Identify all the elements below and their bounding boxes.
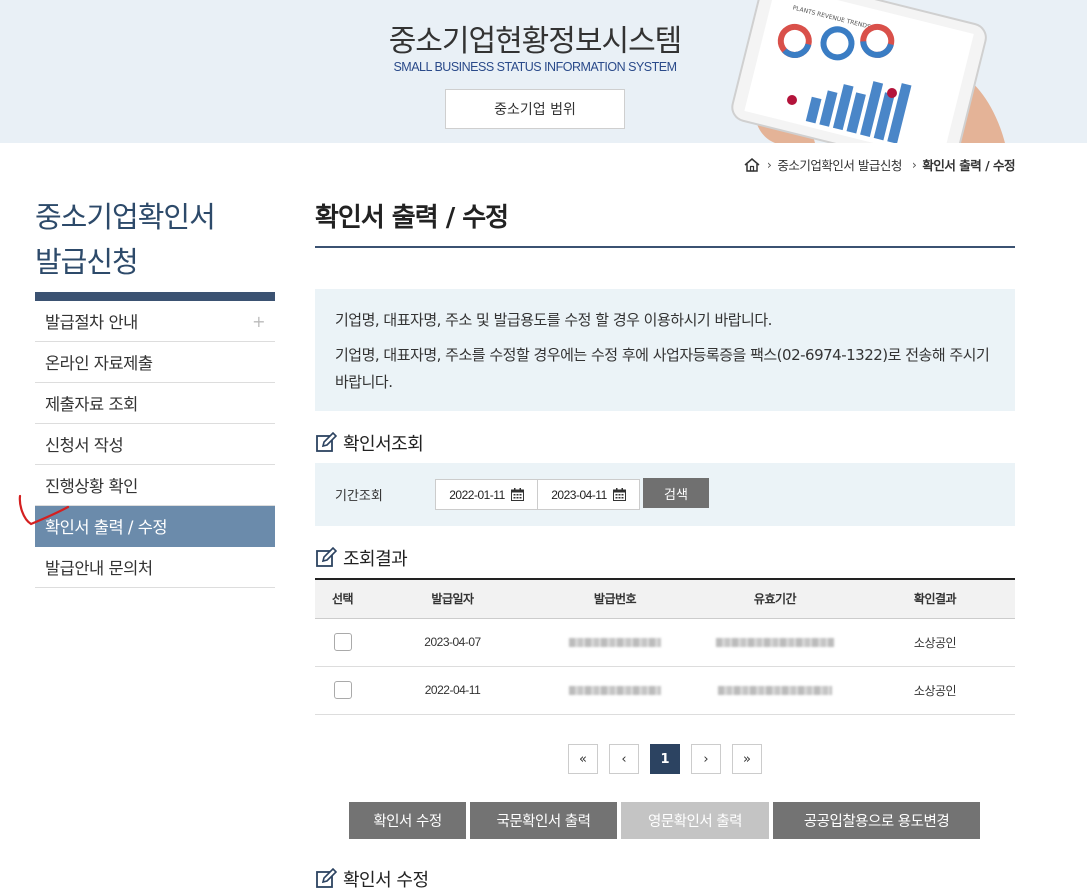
- period-label: 기간조회: [335, 489, 383, 504]
- redacted-issue-number: [569, 686, 661, 696]
- sidebar-item-contact[interactable]: 발급안내 문의처: [35, 547, 275, 588]
- column-header: 발급일자: [370, 578, 535, 619]
- section-label: 확인서 수정: [343, 870, 429, 891]
- breadcrumb-current: 확인서 출력 / 수정: [922, 158, 1015, 173]
- redacted-issue-number: [569, 638, 661, 648]
- issue-date-cell: 2022-04-11: [370, 666, 535, 715]
- sidebar-title-line: 발급신청: [35, 245, 139, 279]
- start-date-value: 2022-01-11: [449, 487, 505, 502]
- calendar-icon[interactable]: [510, 488, 524, 501]
- action-buttons: 확인서 수정 국문확인서 출력 영문확인서 출력 공공입찰용으로 용도변경: [349, 802, 984, 839]
- redacted-validity-period: [718, 686, 832, 696]
- column-header: 발급번호: [535, 578, 695, 619]
- edit-icon: [316, 547, 337, 567]
- sidebar-title: 중소기업확인서 발급신청: [35, 195, 275, 285]
- section-label: 확인서조회: [343, 434, 424, 455]
- section-label: 조회결과: [343, 549, 408, 570]
- notice-box: 기업명, 대표자명, 주소 및 발급용도를 수정 할 경우 이용하시기 바랍니다…: [315, 289, 1015, 411]
- sidebar-item-procedure[interactable]: 발급절차 안내 +: [35, 301, 275, 342]
- page-title: 확인서 출력 / 수정: [315, 203, 509, 233]
- page-1-button[interactable]: 1: [650, 744, 680, 774]
- edit-section-title: 확인서 수정: [315, 866, 429, 892]
- redacted-validity-period: [716, 638, 834, 648]
- breadcrumb-separator: ›: [766, 157, 772, 172]
- row-checkbox[interactable]: [333, 633, 352, 651]
- top-banner: 중소기업현황정보시스템 SMALL BUSINESS STATUS INFORM…: [0, 0, 1087, 143]
- row-checkbox[interactable]: [333, 681, 352, 699]
- sidebar-menu: 발급절차 안내 + 온라인 자료제출 제출자료 조회 신청서 작성 진행상황 확…: [35, 301, 275, 588]
- home-icon[interactable]: [743, 157, 761, 173]
- result-cell: 소상공인: [855, 666, 1015, 715]
- red-checkmark-annotation: [18, 494, 70, 526]
- sidebar-item-label: 제출자료 조회: [45, 395, 138, 414]
- sidebar-item-submission-lookup[interactable]: 제출자료 조회: [35, 383, 275, 424]
- results-section-title: 조회결과: [315, 545, 408, 571]
- results-table: 선택 발급일자 발급번호 유효기간 확인결과 2023-04-07 소상공인 2…: [315, 578, 1015, 715]
- search-section-title: 확인서조회: [315, 430, 424, 456]
- breadcrumb-item[interactable]: 중소기업확인서 발급신청: [777, 155, 902, 174]
- end-date-input[interactable]: 2023-04-11: [537, 479, 640, 510]
- table-row: 2023-04-07 소상공인: [315, 618, 1015, 667]
- title-divider: [315, 246, 1015, 248]
- plus-icon[interactable]: +: [252, 312, 265, 331]
- print-korean-button[interactable]: 국문확인서 출력: [470, 802, 617, 839]
- print-english-button[interactable]: 영문확인서 출력: [621, 802, 769, 839]
- edit-certificate-button[interactable]: 확인서 수정: [349, 802, 466, 839]
- last-page-button[interactable]: »: [732, 744, 762, 774]
- sidebar-item-label: 신청서 작성: [45, 436, 124, 455]
- edit-icon: [316, 432, 337, 452]
- table-row: 2022-04-11 소상공인: [315, 666, 1015, 715]
- first-page-button[interactable]: «: [568, 744, 598, 774]
- pagination: « ‹ 1 › »: [568, 744, 773, 774]
- sme-scope-button[interactable]: 중소기업 범위: [445, 89, 625, 129]
- table-header-row: 선택 발급일자 발급번호 유효기간 확인결과: [315, 578, 1015, 619]
- prev-page-button[interactable]: ‹: [609, 744, 639, 774]
- search-button[interactable]: 검색: [643, 478, 709, 508]
- change-purpose-button[interactable]: 공공입찰용으로 용도변경: [773, 802, 980, 839]
- issue-date-cell: 2023-04-07: [370, 618, 535, 667]
- sidebar-item-application-form[interactable]: 신청서 작성: [35, 424, 275, 465]
- start-date-input[interactable]: 2022-01-11: [435, 479, 538, 510]
- next-page-button[interactable]: ›: [691, 744, 721, 774]
- result-cell: 소상공인: [855, 618, 1015, 667]
- search-panel: 기간조회 2022-01-11 2023-04-11 검색: [315, 463, 1015, 526]
- tablet-illustration: PLANTS REVENUE TRENDS: [720, 0, 1020, 143]
- edit-icon: [316, 868, 337, 888]
- breadcrumb: › 중소기업확인서 발급신청 › 확인서 출력 / 수정: [743, 155, 1015, 174]
- calendar-icon[interactable]: [612, 488, 626, 501]
- sidebar-item-label: 발급절차 안내: [45, 313, 138, 332]
- end-date-value: 2023-04-11: [551, 487, 607, 502]
- notice-line: 기업명, 대표자명, 주소 및 발급용도를 수정 할 경우 이용하시기 바랍니다…: [335, 311, 772, 329]
- sidebar-item-label: 발급안내 문의처: [45, 559, 153, 578]
- sidebar-item-online-submission[interactable]: 온라인 자료제출: [35, 342, 275, 383]
- notice-line: 기업명, 대표자명, 주소를 수정할 경우에는 수정 후에 사업자등록증을 팩스…: [335, 346, 990, 391]
- sidebar-title-line: 중소기업확인서: [35, 200, 216, 234]
- column-header: 확인결과: [855, 578, 1015, 619]
- column-header: 선택: [315, 578, 370, 619]
- sidebar-item-label: 온라인 자료제출: [45, 354, 153, 373]
- breadcrumb-separator: ›: [911, 157, 917, 172]
- column-header: 유효기간: [695, 578, 855, 619]
- sidebar-divider: [35, 292, 275, 301]
